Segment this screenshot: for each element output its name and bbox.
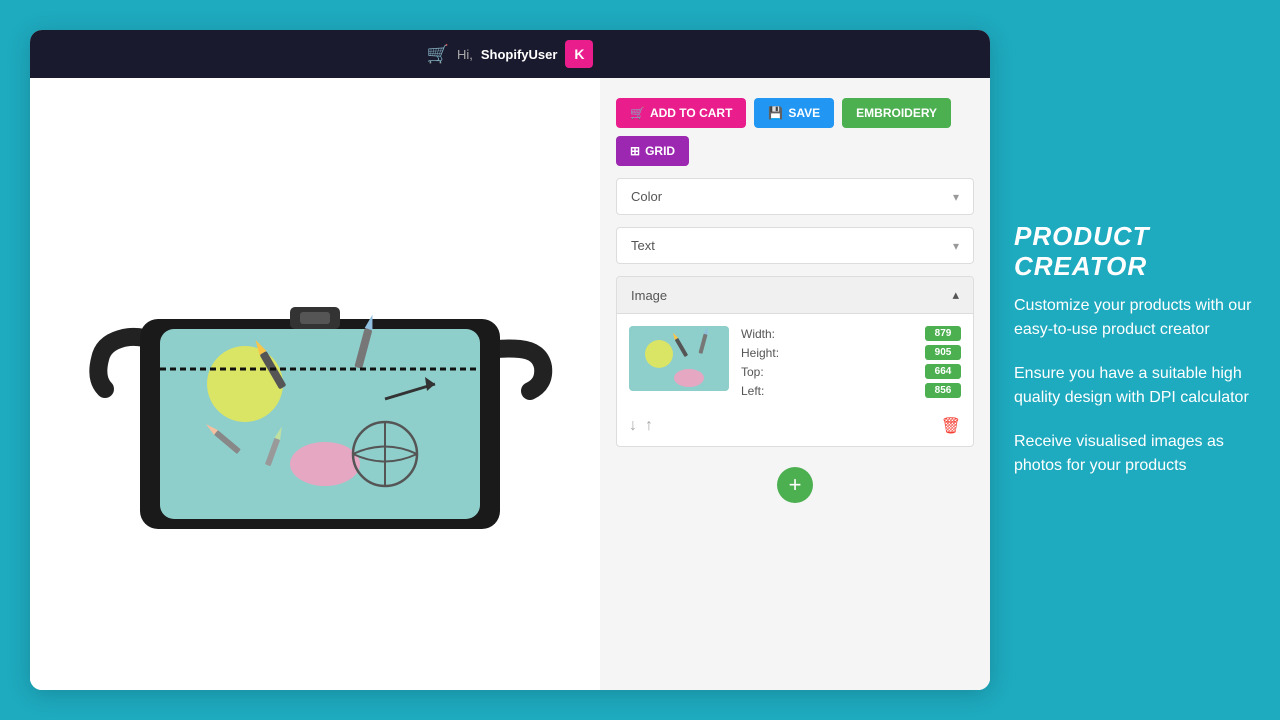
left-label: Left: (741, 384, 764, 398)
embroidery-button[interactable]: EMBROIDERY (842, 98, 951, 128)
description-text-3: Receive visualised images as photos for … (1014, 430, 1256, 478)
add-image-button[interactable]: + (777, 467, 813, 503)
top-value: 664 (925, 364, 961, 379)
cart-icon: 🛒 (427, 44, 449, 65)
height-value: 905 (925, 345, 961, 360)
description-block-2: Ensure you have a suitable high quality … (1014, 362, 1256, 410)
description-block-3: Receive visualised images as photos for … (1014, 430, 1256, 478)
save-btn-icon: 💾 (768, 106, 783, 120)
description-block-1: Customize your products with our easy-to… (1014, 294, 1256, 342)
product-preview (30, 78, 600, 690)
width-label: Width: (741, 327, 775, 341)
image-section-header[interactable]: Image ▴ (617, 277, 973, 314)
width-value: 879 (925, 326, 961, 341)
app-body: 🛒 ADD TO CART 💾 SAVE EMBROIDERY ⊞ GRID C… (30, 78, 990, 690)
avatar[interactable]: K (565, 40, 593, 68)
image-actions: ↓ ↑ 🗑 (617, 410, 973, 446)
bag-container (75, 199, 555, 569)
image-stats: Width: 879 Height: 905 Top: 664 Left: (741, 326, 961, 398)
left-value: 856 (925, 383, 961, 398)
grid-btn-icon: ⊞ (630, 144, 640, 158)
reorder-buttons: ↓ ↑ (629, 417, 653, 435)
cart-btn-icon: 🛒 (630, 106, 645, 120)
stat-left: Left: 856 (741, 383, 961, 398)
top-label: Top: (741, 365, 764, 379)
image-section-label: Image (631, 288, 667, 303)
action-buttons: 🛒 ADD TO CART 💾 SAVE EMBROIDERY ⊞ GRID (616, 98, 974, 166)
grid-button[interactable]: ⊞ GRID (616, 136, 689, 166)
color-chevron-icon: ▾ (953, 190, 959, 204)
move-down-button[interactable]: ↓ (629, 417, 637, 435)
text-chevron-icon: ▾ (953, 239, 959, 253)
color-dropdown[interactable]: Color ▾ (616, 178, 974, 215)
right-panel: PRODUCT CREATOR Customize your products … (990, 192, 1280, 528)
image-thumbnail (629, 326, 729, 391)
move-up-button[interactable]: ↑ (645, 417, 653, 435)
add-to-cart-button[interactable]: 🛒 ADD TO CART (616, 98, 746, 128)
image-item: Width: 879 Height: 905 Top: 664 Left: (617, 314, 973, 410)
hi-label: Hi, (457, 47, 473, 62)
description-text-1: Customize your products with our easy-to… (1014, 294, 1256, 342)
stat-height: Height: 905 (741, 345, 961, 360)
image-section: Image ▴ (616, 276, 974, 447)
app-window: 🛒 Hi, ShopifyUser K (30, 30, 990, 690)
product-creator-title: PRODUCT CREATOR (1014, 222, 1256, 282)
grid-label: GRID (645, 144, 675, 158)
text-dropdown[interactable]: Text ▾ (616, 227, 974, 264)
save-label: SAVE (788, 106, 820, 120)
image-section-chevron-icon: ▴ (952, 287, 959, 303)
stat-width: Width: 879 (741, 326, 961, 341)
save-button[interactable]: 💾 SAVE (754, 98, 834, 128)
add-button-row: + (616, 459, 974, 511)
stat-top: Top: 664 (741, 364, 961, 379)
height-label: Height: (741, 346, 779, 360)
color-dropdown-label: Color (631, 189, 662, 204)
bag-image (75, 199, 555, 569)
add-to-cart-label: ADD TO CART (650, 106, 732, 120)
embroidery-label: EMBROIDERY (856, 106, 937, 120)
username-label: ShopifyUser (481, 47, 558, 62)
text-dropdown-label: Text (631, 238, 655, 253)
description-text-2: Ensure you have a suitable high quality … (1014, 362, 1256, 410)
controls-panel: 🛒 ADD TO CART 💾 SAVE EMBROIDERY ⊞ GRID C… (600, 78, 990, 690)
app-header: 🛒 Hi, ShopifyUser K (30, 30, 990, 78)
delete-image-button[interactable]: 🗑 (941, 416, 961, 436)
